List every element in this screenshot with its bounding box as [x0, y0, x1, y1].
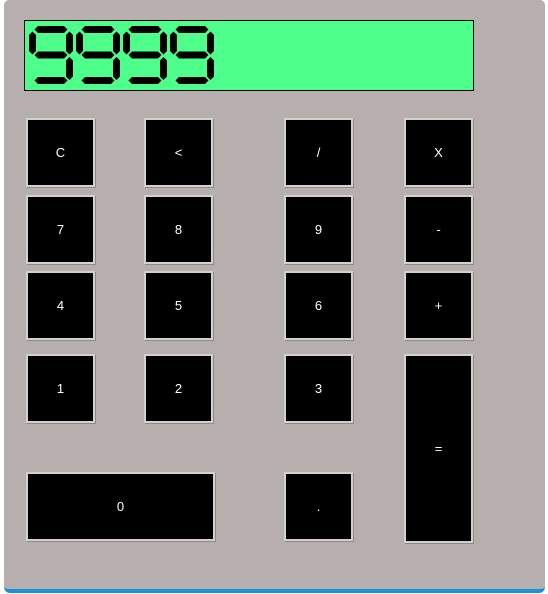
calculator-body: C < / X 7 8 9 - 4 5 6 + 1 2 3 = 0 .	[4, 0, 545, 593]
divide-button[interactable]: /	[284, 118, 353, 187]
eight-button[interactable]: 8	[144, 195, 213, 264]
display-screen	[24, 20, 474, 91]
clear-button[interactable]: C	[26, 118, 95, 187]
display-digit	[76, 26, 120, 84]
display-digit	[170, 26, 214, 84]
one-button[interactable]: 1	[26, 354, 95, 423]
seven-button[interactable]: 7	[26, 195, 95, 264]
equals-button[interactable]: =	[404, 354, 473, 543]
display-digit	[29, 26, 73, 84]
three-button[interactable]: 3	[284, 354, 353, 423]
two-button[interactable]: 2	[144, 354, 213, 423]
display-digit	[123, 26, 167, 84]
decimal-button[interactable]: .	[284, 472, 353, 541]
multiply-button[interactable]: X	[404, 118, 473, 187]
add-button[interactable]: +	[404, 271, 473, 340]
five-button[interactable]: 5	[144, 271, 213, 340]
nine-button[interactable]: 9	[284, 195, 353, 264]
backspace-button[interactable]: <	[144, 118, 213, 187]
zero-button[interactable]: 0	[26, 472, 215, 541]
subtract-button[interactable]: -	[404, 195, 473, 264]
four-button[interactable]: 4	[26, 271, 95, 340]
six-button[interactable]: 6	[284, 271, 353, 340]
display-digits	[29, 26, 214, 84]
